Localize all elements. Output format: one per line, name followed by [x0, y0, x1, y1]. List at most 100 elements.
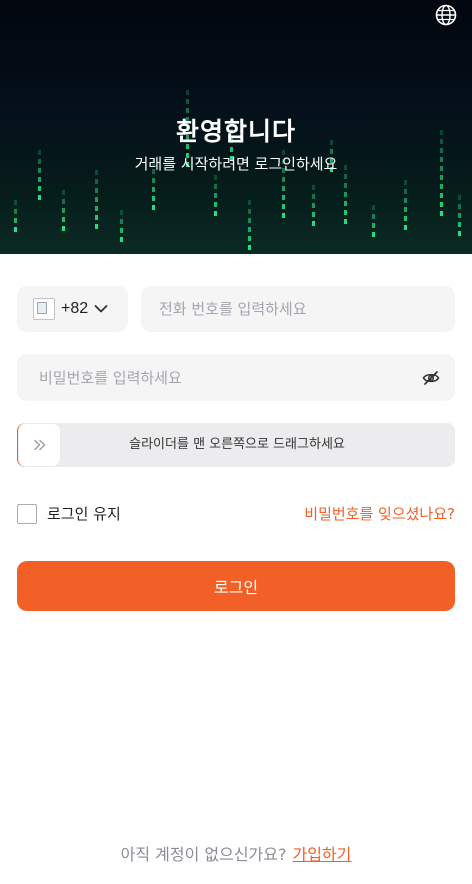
rain-glyph — [440, 184, 443, 189]
globe-icon — [435, 4, 457, 26]
language-button[interactable] — [434, 3, 458, 27]
rain-glyph — [95, 224, 98, 229]
rain-glyph — [248, 227, 251, 232]
rain-glyph — [95, 197, 98, 202]
signup-prompt: 아직 계정이 없으신가요? 가입하기 — [0, 841, 472, 865]
rain-glyph — [458, 204, 461, 209]
rain-glyph — [458, 213, 461, 218]
rain-glyph — [372, 214, 375, 219]
rain-glyph — [440, 175, 443, 180]
rain-glyph — [248, 209, 251, 214]
rain-glyph — [440, 193, 443, 198]
rain-glyph — [458, 222, 461, 227]
rain-glyph — [404, 189, 407, 194]
rain-glyph — [404, 216, 407, 221]
rain-glyph — [282, 186, 285, 191]
rain-glyph — [440, 211, 443, 216]
rain-glyph — [14, 227, 17, 232]
rain-glyph — [14, 218, 17, 223]
password-input[interactable] — [39, 368, 419, 387]
rain-glyph — [344, 210, 347, 215]
rain-glyph — [404, 180, 407, 185]
rain-glyph — [152, 178, 155, 183]
double-chevron-right-icon — [33, 439, 45, 451]
forgot-password-link[interactable]: 비밀번호를 잊으셨나요? — [304, 503, 455, 524]
rain-glyph — [38, 186, 41, 191]
rain-glyph — [95, 188, 98, 193]
remember-login[interactable]: 로그인 유지 — [17, 503, 121, 524]
country-code: +82 — [61, 300, 89, 317]
slider-captcha: 슬라이더를 맨 오른쪽으로 드래그하세요 — [17, 423, 455, 467]
rain-glyph — [120, 228, 123, 233]
rain-glyph — [248, 218, 251, 223]
slider-handle[interactable] — [19, 424, 60, 466]
signup-link[interactable]: 가입하기 — [292, 845, 351, 864]
remember-checkbox[interactable] — [17, 503, 37, 524]
rain-glyph — [248, 245, 251, 250]
password-field — [17, 354, 455, 401]
country-code-selector[interactable]: +82 — [17, 286, 128, 332]
rain-glyph — [372, 223, 375, 228]
rain-glyph — [248, 236, 251, 241]
rain-glyph — [95, 206, 98, 211]
rain-glyph — [312, 221, 315, 226]
login-button[interactable]: 로그인 — [17, 561, 455, 611]
welcome-title: 환영합니다 — [175, 117, 296, 146]
rain-glyph — [186, 99, 189, 104]
rain-glyph — [344, 192, 347, 197]
rain-glyph — [120, 219, 123, 224]
phone-field — [141, 286, 455, 332]
rain-glyph — [312, 203, 315, 208]
rain-glyph — [214, 193, 217, 198]
rain-glyph — [38, 195, 41, 200]
rain-glyph — [344, 201, 347, 206]
rain-glyph — [214, 184, 217, 189]
rain-glyph — [95, 179, 98, 184]
rain-glyph — [214, 175, 217, 180]
rain-glyph — [120, 210, 123, 215]
rain-glyph — [404, 198, 407, 203]
rain-glyph — [440, 202, 443, 207]
rain-glyph — [152, 196, 155, 201]
rain-glyph — [344, 219, 347, 224]
rain-glyph — [458, 231, 461, 236]
rain-glyph — [282, 177, 285, 182]
rain-glyph — [214, 211, 217, 216]
rain-glyph — [62, 226, 65, 231]
rain-glyph — [372, 232, 375, 237]
rain-glyph — [312, 212, 315, 217]
rain-glyph — [14, 209, 17, 214]
rain-glyph — [312, 185, 315, 190]
chevron-down-icon — [94, 304, 108, 314]
rain-glyph — [95, 215, 98, 220]
eye-slash-icon — [422, 371, 440, 385]
rain-glyph — [372, 205, 375, 210]
hero-banner: 환영합니다 거래를 시작하려면 로그인하세요 — [0, 0, 472, 254]
rain-glyph — [344, 174, 347, 179]
phone-input[interactable] — [159, 300, 455, 318]
rain-glyph — [282, 195, 285, 200]
rain-glyph — [62, 199, 65, 204]
rain-glyph — [404, 225, 407, 230]
rain-glyph — [62, 217, 65, 222]
slider-instruction: 슬라이더를 맨 오른쪽으로 드래그하세요 — [129, 437, 345, 452]
rain-glyph — [214, 202, 217, 207]
rain-glyph — [152, 187, 155, 192]
no-account-text: 아직 계정이 없으신가요? — [120, 845, 287, 864]
rain-glyph — [152, 205, 155, 210]
rain-glyph — [62, 208, 65, 213]
rain-glyph — [282, 213, 285, 218]
rain-glyph — [458, 195, 461, 200]
country-flag-icon — [33, 298, 55, 320]
rain-glyph — [186, 90, 189, 95]
rain-glyph — [14, 200, 17, 205]
password-visibility-toggle[interactable] — [421, 368, 441, 388]
remember-label: 로그인 유지 — [47, 505, 121, 523]
rain-glyph — [120, 237, 123, 242]
rain-glyph — [404, 207, 407, 212]
rain-glyph — [248, 200, 251, 205]
rain-glyph — [312, 194, 315, 199]
rain-glyph — [344, 183, 347, 188]
rain-glyph — [38, 177, 41, 182]
rain-glyph — [62, 190, 65, 195]
